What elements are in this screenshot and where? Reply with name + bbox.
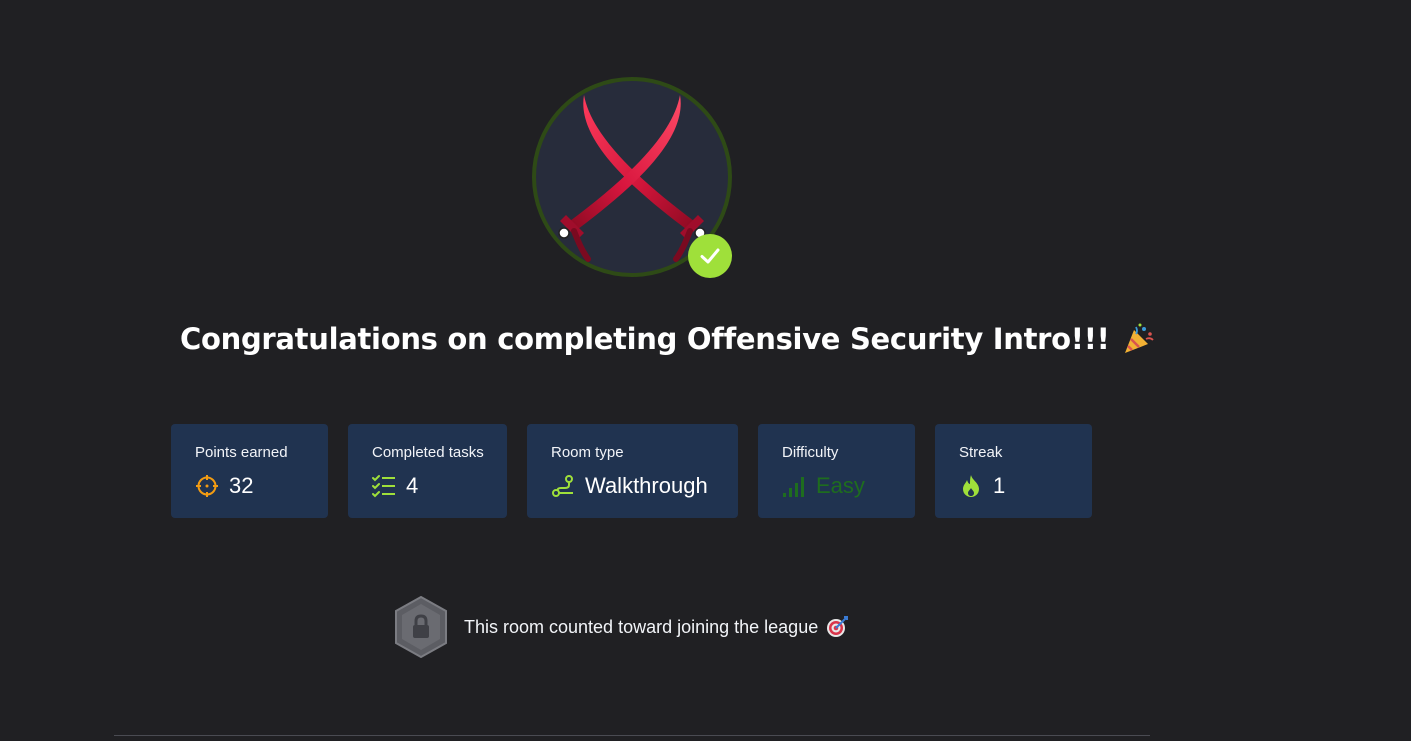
checklist-icon: [372, 475, 395, 498]
divider: [114, 735, 1150, 736]
stat-value: Walkthrough: [585, 473, 708, 498]
stat-label: Streak: [959, 444, 1003, 461]
route-icon: [552, 475, 573, 497]
stat-card-difficulty: Difficulty Easy: [758, 424, 915, 518]
stat-label: Room type: [551, 444, 624, 461]
stat-value: Easy: [816, 473, 865, 498]
stat-value: 1: [993, 473, 1006, 498]
stat-value: 4: [406, 473, 419, 498]
room-badge: [532, 77, 732, 278]
stat-value: 32: [229, 473, 254, 498]
signal-bars-icon: [783, 477, 804, 497]
party-popper-icon: [1122, 322, 1156, 356]
stat-label: Completed tasks: [372, 444, 484, 461]
stat-label: Points earned: [195, 444, 288, 461]
completion-title: Congratulations on completing Offensive …: [180, 322, 1154, 356]
dart-target-icon: [827, 616, 849, 637]
completion-title-text: Congratulations on completing Offensive …: [180, 322, 1110, 356]
stat-card-points: Points earned 32: [171, 424, 328, 518]
league-notice: This room counted toward joining the lea…: [394, 596, 849, 658]
stat-card-tasks: Completed tasks 4: [348, 424, 507, 518]
crosshair-icon: [196, 475, 218, 497]
room-completion-page: Congratulations on completing Offensive …: [0, 0, 1411, 741]
stat-card-streak: Streak 1: [935, 424, 1092, 518]
locked-league-icon: [395, 596, 447, 658]
check-icon: [700, 248, 720, 264]
completed-check-badge: [688, 234, 732, 278]
flame-icon: [963, 475, 979, 497]
stat-label: Difficulty: [782, 444, 839, 461]
league-text: This room counted toward joining the lea…: [464, 616, 819, 637]
stat-card-room-type: Room type Walkthrough: [527, 424, 738, 518]
